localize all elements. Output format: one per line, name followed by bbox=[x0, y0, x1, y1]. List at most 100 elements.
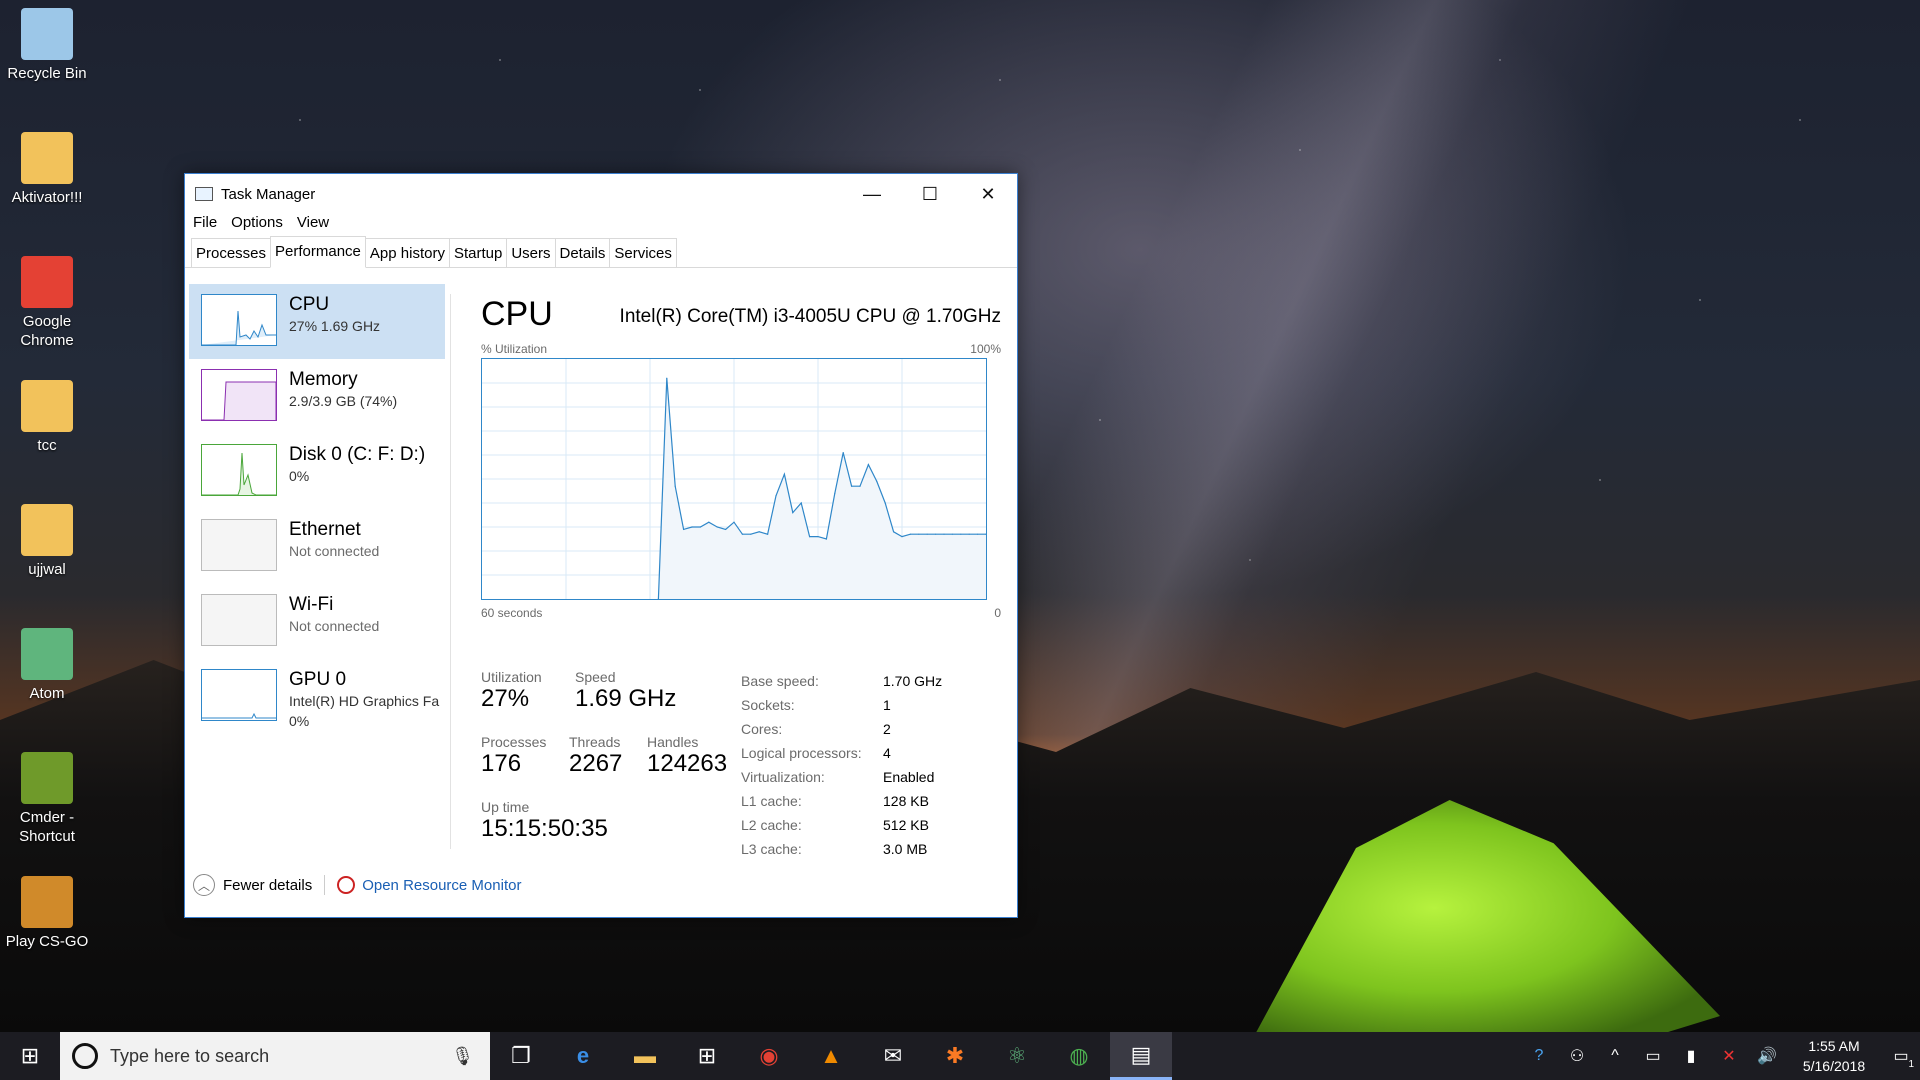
clock-time: 1:55 AM bbox=[1808, 1038, 1860, 1054]
edge-icon[interactable]: e bbox=[552, 1032, 614, 1080]
sidebar-item-memory[interactable]: Memory 2.9/3.9 GB (74%) bbox=[189, 359, 445, 434]
speed-label: Speed bbox=[575, 669, 616, 685]
cpu-data-point bbox=[842, 452, 844, 454]
volume-icon[interactable]: 🔊 bbox=[1748, 1046, 1786, 1066]
desktop-icon[interactable]: Atom bbox=[0, 620, 94, 703]
mail-icon[interactable]: ✉ bbox=[862, 1032, 924, 1080]
cpu-data-point bbox=[666, 377, 668, 379]
help-icon[interactable]: ? bbox=[1520, 1047, 1558, 1065]
close-button[interactable]: ✕ bbox=[959, 174, 1017, 214]
store-icon[interactable]: ⊞ bbox=[676, 1032, 738, 1080]
tab-services[interactable]: Services bbox=[609, 238, 677, 267]
cpu-data-point bbox=[733, 521, 735, 523]
desktop-icon[interactable]: Play CS-GO bbox=[0, 868, 94, 951]
task-manager-window: Task Manager — ☐ ✕ File Options View Pro… bbox=[184, 173, 1018, 918]
cpu-data-point bbox=[699, 526, 701, 528]
threads-value: 2267 bbox=[569, 750, 623, 777]
chrome-icon[interactable]: ◉ bbox=[738, 1032, 800, 1080]
gpu-thumbnail-graph bbox=[202, 712, 276, 719]
spec-value: 128 KB bbox=[883, 793, 929, 809]
cpu-data-point bbox=[901, 536, 903, 538]
resource-sidebar: CPU 27% 1.69 GHz Memory 2.9/3.9 GB (74%)… bbox=[189, 284, 445, 854]
open-resource-monitor-link[interactable]: Open Resource Monitor bbox=[362, 877, 521, 894]
processor-name: Intel(R) Core(TM) i3-4005U CPU @ 1.70GHz bbox=[619, 306, 1001, 327]
windows-logo-icon: ⊞ bbox=[20, 1043, 40, 1068]
axis-y-max-label: 100% bbox=[970, 342, 1001, 356]
tab-users[interactable]: Users bbox=[506, 238, 556, 267]
task-manager-icon bbox=[195, 187, 213, 201]
cpu-thumbnail-graph bbox=[202, 310, 276, 346]
desktop-icon[interactable]: Recycle Bin bbox=[0, 0, 94, 83]
desktop-icon[interactable]: tcc bbox=[0, 372, 94, 455]
file-explorer-icon[interactable]: ▬ bbox=[614, 1032, 676, 1080]
atom-icon[interactable]: ⚛ bbox=[986, 1032, 1048, 1080]
vlc-icon[interactable]: ▲ bbox=[800, 1032, 862, 1080]
search-box[interactable]: Type here to search 🎙 bbox=[60, 1032, 490, 1080]
spec-value: 1 bbox=[883, 697, 891, 713]
axis-y-label: % Utilization bbox=[481, 342, 548, 356]
action-center-icon[interactable]: ▭ 1 bbox=[1882, 1046, 1920, 1070]
sidebar-item-label: GPU 0 bbox=[289, 669, 347, 690]
people-icon[interactable]: ⚇ bbox=[1558, 1046, 1596, 1066]
spec-key: Cores: bbox=[741, 721, 783, 737]
menu-file[interactable]: File bbox=[193, 214, 217, 236]
tab-details[interactable]: Details bbox=[554, 238, 611, 267]
task-manager-taskbar-icon[interactable]: ▤ bbox=[1110, 1032, 1172, 1080]
cpu-data-point bbox=[741, 533, 743, 535]
sidebar-item-wifi[interactable]: Wi-Fi Not connected bbox=[189, 584, 445, 659]
disk-thumbnail-graph bbox=[202, 452, 276, 496]
desktop-icon[interactable]: Aktivator!!! bbox=[0, 124, 94, 207]
cpu-data-point bbox=[867, 464, 869, 466]
uptime-label: Up time bbox=[481, 799, 530, 815]
tab-processes[interactable]: Processes bbox=[191, 238, 272, 267]
xampp-icon[interactable]: ✱ bbox=[924, 1032, 986, 1080]
sidebar-item-disk[interactable]: Disk 0 (C: F: D:) 0% bbox=[189, 434, 445, 509]
menu-view[interactable]: View bbox=[297, 214, 329, 236]
chrome-remote-icon[interactable]: ◍ bbox=[1048, 1032, 1110, 1080]
title-bar[interactable]: Task Manager — ☐ ✕ bbox=[185, 174, 1017, 214]
menu-options[interactable]: Options bbox=[231, 214, 283, 236]
search-placeholder: Type here to search bbox=[110, 1045, 270, 1066]
cpu-data-point bbox=[968, 533, 970, 535]
cpu-data-point bbox=[716, 526, 718, 528]
cpu-data-point bbox=[859, 485, 861, 487]
sidebar-item-cpu[interactable]: CPU 27% 1.69 GHz bbox=[189, 284, 445, 359]
panel-divider bbox=[450, 294, 451, 849]
desktop-icon[interactable]: Google Chrome bbox=[0, 248, 94, 350]
folder-icon bbox=[21, 380, 73, 432]
cpu-details-panel: CPU Intel(R) Core(TM) i3-4005U CPU @ 1.7… bbox=[481, 284, 1001, 857]
sidebar-item-ethernet[interactable]: Ethernet Not connected bbox=[189, 509, 445, 584]
sidebar-item-label: Memory bbox=[289, 369, 358, 390]
battery-icon[interactable]: ▮ bbox=[1672, 1046, 1710, 1066]
desktop-icon[interactable]: Cmder - Shortcut bbox=[0, 744, 94, 846]
clock[interactable]: 1:55 AM 5/16/2018 bbox=[1786, 1036, 1882, 1076]
sidebar-item-gpu[interactable]: GPU 0 Intel(R) HD Graphics Fa 0% bbox=[189, 659, 445, 734]
spec-key: Base speed: bbox=[741, 673, 819, 689]
atom-icon bbox=[21, 628, 73, 680]
sidebar-item-label: Disk 0 (C: F: D:) bbox=[289, 444, 426, 465]
minimize-button[interactable]: — bbox=[843, 174, 901, 214]
spec-value: 4 bbox=[883, 745, 891, 761]
microphone-icon[interactable]: 🎙 bbox=[451, 1046, 474, 1067]
cpu-data-point bbox=[683, 528, 685, 530]
network-disconnected-icon[interactable]: ✕ bbox=[1710, 1046, 1748, 1066]
tab-performance[interactable]: Performance bbox=[270, 236, 366, 268]
maximize-button[interactable]: ☐ bbox=[901, 174, 959, 214]
cpu-data-point bbox=[825, 538, 827, 540]
cortana-icon bbox=[72, 1043, 98, 1069]
tab-startup[interactable]: Startup bbox=[448, 238, 508, 267]
tab-app-history[interactable]: App history bbox=[364, 238, 450, 267]
footer-divider bbox=[324, 875, 326, 895]
desktop-icon[interactable]: ujjwal bbox=[0, 496, 94, 579]
cmder-icon bbox=[21, 752, 73, 804]
chevron-up-icon[interactable]: ^ bbox=[1596, 1047, 1634, 1065]
fewer-details-button[interactable]: Fewer details bbox=[223, 877, 312, 894]
cpu-data-point bbox=[674, 485, 676, 487]
start-button[interactable]: ⊞ bbox=[0, 1032, 60, 1080]
chevron-up-icon[interactable]: ︿ bbox=[193, 874, 215, 896]
spec-row: L3 cache: 3.0 MB bbox=[741, 837, 942, 861]
processes-value: 176 bbox=[481, 750, 522, 777]
speed-value: 1.69 GHz bbox=[575, 685, 677, 712]
display-icon[interactable]: ▭ bbox=[1634, 1046, 1672, 1066]
task-view-icon[interactable]: ❐ bbox=[490, 1032, 552, 1080]
